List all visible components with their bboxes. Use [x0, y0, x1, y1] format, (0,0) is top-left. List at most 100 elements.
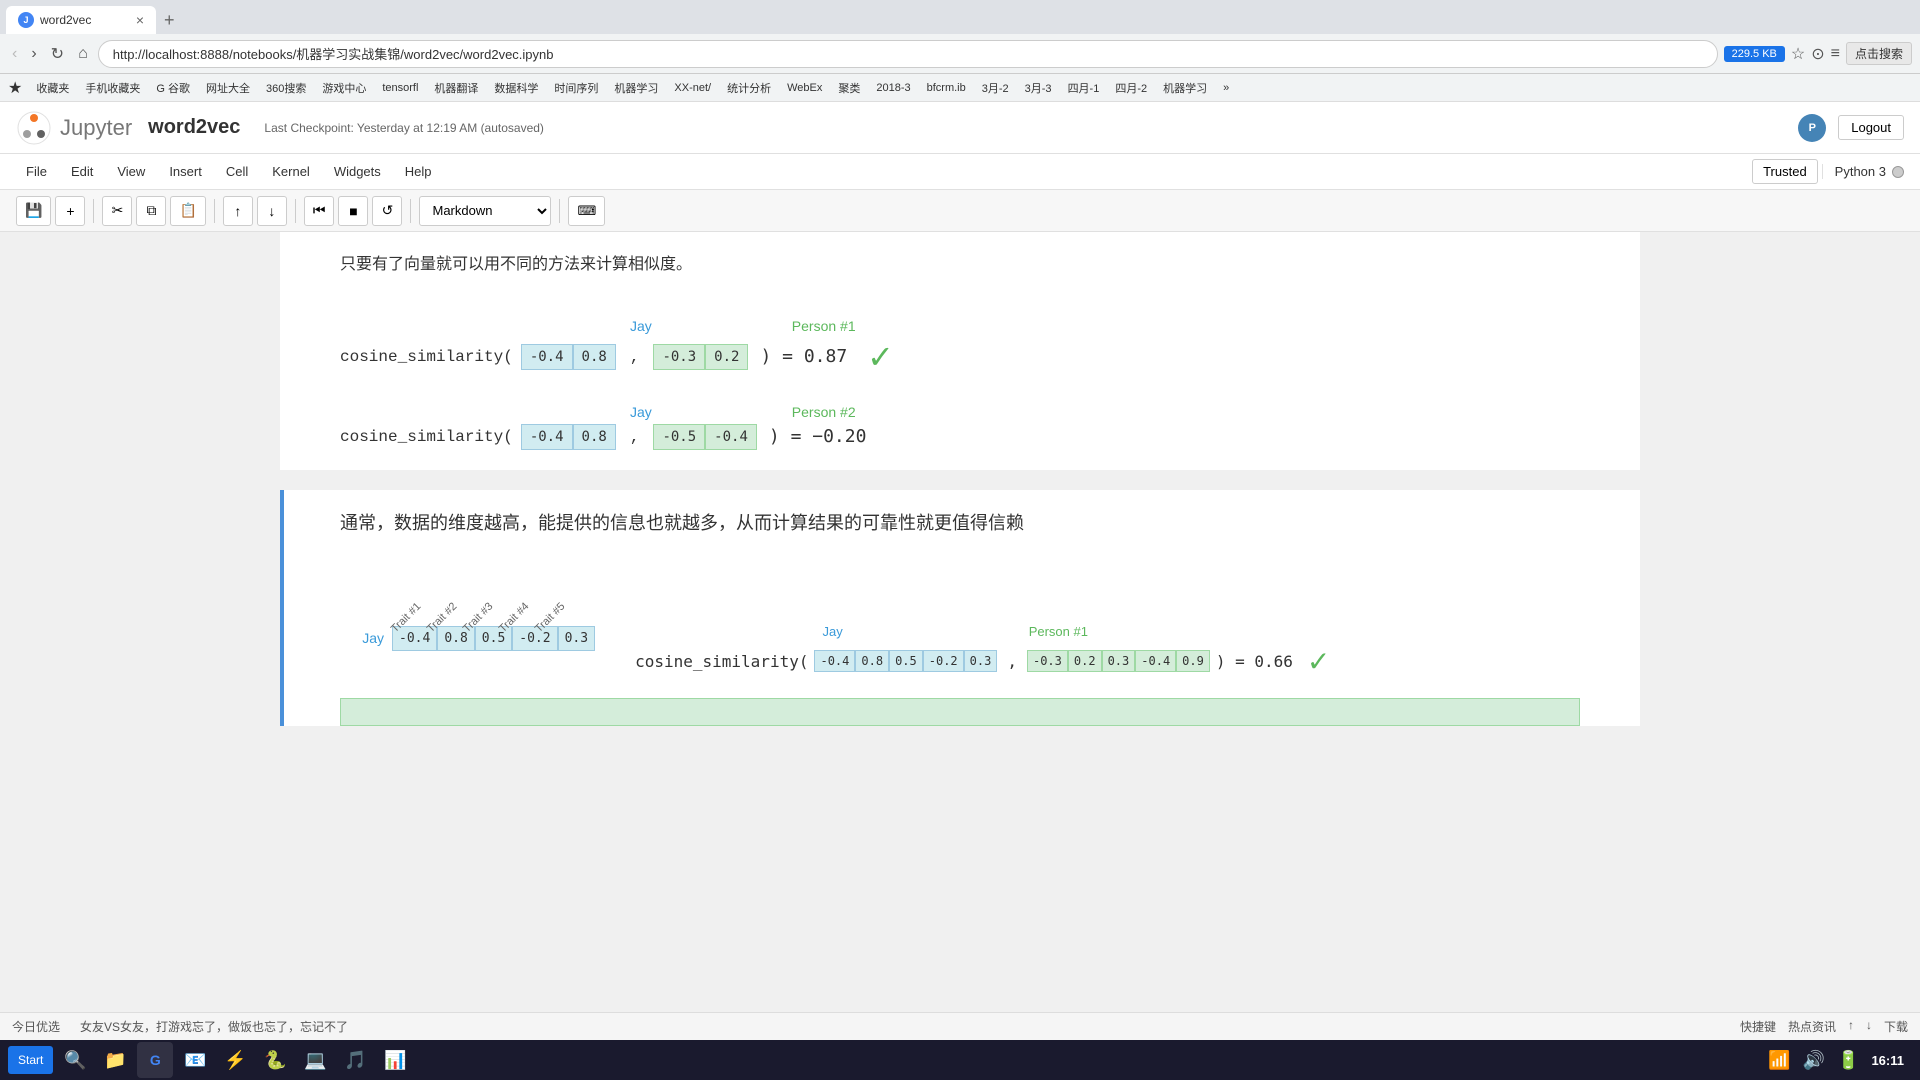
bookmark-2018[interactable]: 2018-3: [870, 81, 916, 95]
bookmark-shoucangjia[interactable]: 收藏夹: [30, 79, 75, 97]
notebook-name[interactable]: word2vec: [148, 116, 240, 139]
bookmark-xxnet[interactable]: XX-net/: [668, 81, 717, 95]
status-shortcuts[interactable]: 快捷键: [1740, 1018, 1776, 1035]
taskbar-icon-8[interactable]: 🎵: [337, 1042, 373, 1078]
move-up-button[interactable]: ↑: [223, 196, 253, 226]
taskbar-icon-7[interactable]: 💻: [297, 1042, 333, 1078]
taskbar-icon-1[interactable]: 🔍: [57, 1042, 93, 1078]
logout-button[interactable]: Logout: [1838, 115, 1904, 140]
save-button[interactable]: 💾: [16, 196, 51, 226]
bookmark-tensorfl[interactable]: tensorfl: [376, 81, 424, 95]
traits-visualization: Trait #1 Trait #2 Trait #3: [280, 557, 1640, 698]
intro-text: 只要有了向量就可以用不同的方法来计算相似度。: [340, 252, 1580, 278]
taskbar-icon-4[interactable]: 📧: [177, 1042, 213, 1078]
menu-file[interactable]: File: [16, 160, 57, 183]
bookmark-google[interactable]: G 谷歌: [150, 79, 196, 97]
status-down[interactable]: ↓: [1866, 1018, 1872, 1035]
bookmark-shujukexue[interactable]: 数据科学: [488, 79, 544, 97]
jay-vec2-cell2: 0.8: [573, 424, 616, 450]
green-placeholder-row: [340, 698, 1580, 726]
forward-button[interactable]: ›: [27, 43, 40, 65]
tj-vec5: 0.3: [964, 650, 998, 672]
url-input[interactable]: http://localhost:8888/notebooks/机器学习实战集锦…: [98, 40, 1718, 68]
taskbar-icon-6[interactable]: 🐍: [257, 1042, 293, 1078]
bookmark-360sousuo[interactable]: 360搜索: [260, 79, 312, 97]
menu-kernel[interactable]: Kernel: [262, 160, 320, 183]
menu-icon[interactable]: ≡: [1831, 45, 1840, 63]
taskbar-icon-5[interactable]: ⚡: [217, 1042, 253, 1078]
taskbar-icon-3[interactable]: G: [137, 1042, 173, 1078]
p2-vec-cell1: -0.5: [653, 424, 705, 450]
traits-jay-name: Jay: [340, 630, 384, 646]
menu-edit[interactable]: Edit: [61, 160, 103, 183]
vector-labels-row1: Jay Person #1: [630, 318, 856, 334]
traits-formula-container: cosine_similarity( Jay Person #1 cosine_…: [635, 622, 1330, 678]
bookmark-jiqifanyi[interactable]: 机器翻译: [428, 79, 484, 97]
traits-cosine-label: cosine_similarity(: [635, 652, 808, 671]
bookmark-apr2[interactable]: 四月-2: [1109, 79, 1153, 97]
paste-button[interactable]: 📋: [170, 196, 205, 226]
vector-display-cell: Jay Person #1 cosine_similarity( -0.4 0.…: [280, 298, 1640, 470]
bookmark-jiqi1[interactable]: 机器学习: [608, 79, 664, 97]
status-up[interactable]: ↑: [1848, 1018, 1854, 1035]
person1-label: Person #1: [792, 318, 856, 334]
bookmark-bfcrm[interactable]: bfcrm.ib: [921, 81, 972, 95]
notebook-content[interactable]: 只要有了向量就可以用不同的方法来计算相似度。 Jay Person #1 cos…: [0, 232, 1920, 1080]
bookmark-mar3[interactable]: 3月-3: [1019, 79, 1058, 97]
keyboard-shortcuts-button[interactable]: ⌨: [568, 196, 605, 226]
trusted-button[interactable]: Trusted: [1752, 159, 1818, 184]
start-button[interactable]: Start: [8, 1046, 53, 1074]
jay-traits-vector: -0.4 0.8 0.5 -0.2 0.3: [392, 626, 595, 651]
menu-widgets[interactable]: Widgets: [324, 160, 391, 183]
bookmark-apr1[interactable]: 四月-1: [1062, 79, 1106, 97]
bookmark-icon[interactable]: ☆: [1791, 44, 1805, 64]
bookmarks-bar: ★ 收藏夹 手机收藏夹 G 谷歌 网址大全 360搜索 游戏中心 tensorf…: [0, 74, 1920, 102]
traits-right-panel: cosine_similarity( Jay Person #1 cosine_…: [635, 567, 1330, 678]
jay-vec2-cell1: -0.4: [521, 424, 573, 450]
bookmark-julei[interactable]: 聚类: [832, 79, 866, 97]
toolbar-separator-3: [295, 199, 296, 223]
bookmark-jiqi2[interactable]: 机器学习: [1157, 79, 1213, 97]
run-to-top-button[interactable]: ⏮: [304, 196, 335, 226]
new-tab-button[interactable]: +: [156, 11, 183, 29]
back-button[interactable]: ‹: [8, 43, 21, 65]
bookmark-wangzhidaquan[interactable]: 网址大全: [200, 79, 256, 97]
jay-vector-1: -0.4 0.8: [521, 344, 616, 370]
traits-jay-vector2: -0.4 0.8 0.5 -0.2 0.3: [814, 650, 997, 672]
refresh-button[interactable]: ↻: [47, 42, 68, 66]
cut-button[interactable]: ✂: [102, 196, 132, 226]
move-down-button[interactable]: ↓: [257, 196, 287, 226]
tab-close-button[interactable]: ×: [136, 12, 144, 28]
toolbar-separator-1: [93, 199, 94, 223]
stop-button[interactable]: ■: [338, 196, 368, 226]
home-button[interactable]: ⌂: [74, 43, 92, 65]
bookmark-webex[interactable]: WebEx: [781, 81, 828, 95]
menu-view[interactable]: View: [107, 160, 155, 183]
menu-insert[interactable]: Insert: [159, 160, 212, 183]
cosine-formula-row1: cosine_similarity( -0.4 0.8 , -0.3 0.2 )…: [340, 338, 894, 376]
kernel-status-circle: [1892, 166, 1904, 178]
bookmark-youxizhongxin[interactable]: 游戏中心: [316, 79, 372, 97]
tp1-vec2: 0.2: [1068, 650, 1102, 672]
status-download[interactable]: 下载: [1884, 1018, 1908, 1035]
bookmark-mar2[interactable]: 3月-2: [976, 79, 1015, 97]
cell-type-select[interactable]: MarkdownCodeRaw NBConvert: [419, 196, 551, 226]
status-hotspot[interactable]: 热点资讯: [1788, 1018, 1836, 1035]
browser-tab[interactable]: J word2vec ×: [6, 6, 156, 34]
traits-p1-vector: -0.3 0.2 0.3 -0.4 0.9: [1027, 650, 1210, 672]
bookmark-shijianxulie[interactable]: 时间序列: [548, 79, 604, 97]
bookmark-tongji[interactable]: 统计分析: [721, 79, 777, 97]
share-icon[interactable]: ⊙: [1811, 44, 1824, 64]
menu-help[interactable]: Help: [395, 160, 442, 183]
run-button[interactable]: ↺: [372, 196, 402, 226]
search-button[interactable]: 点击搜索: [1846, 42, 1912, 65]
page-size-badge: 229.5 KB: [1724, 46, 1785, 62]
add-cell-button[interactable]: +: [55, 196, 85, 226]
taskbar-icon-2[interactable]: 📁: [97, 1042, 133, 1078]
menu-cell[interactable]: Cell: [216, 160, 258, 183]
bookmark-more[interactable]: »: [1217, 81, 1235, 95]
taskbar-icon-9[interactable]: 📊: [377, 1042, 413, 1078]
copy-button[interactable]: ⧉: [136, 196, 166, 226]
jay-trait-5: 0.3: [558, 626, 595, 651]
bookmark-shoujishoucangjia[interactable]: 手机收藏夹: [79, 79, 146, 97]
